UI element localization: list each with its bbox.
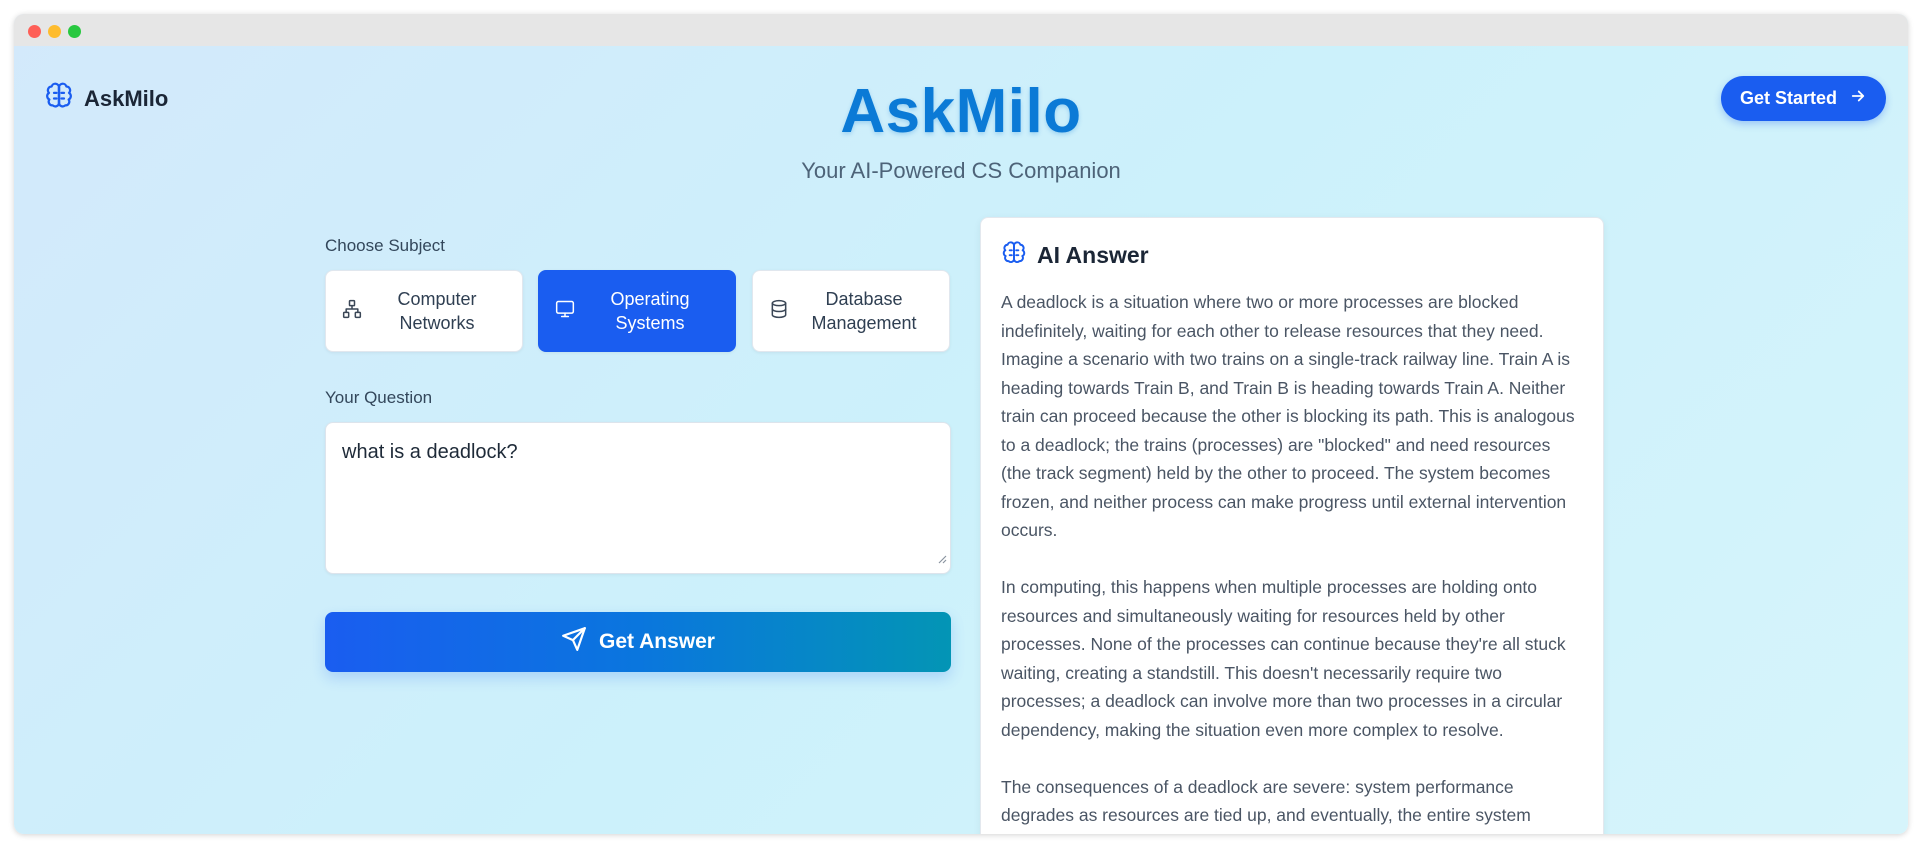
network-icon <box>342 299 362 324</box>
minimize-window-button[interactable] <box>48 25 61 38</box>
browser-window: AskMilo Get Started AskMilo Your AI-Powe… <box>14 14 1908 834</box>
get-answer-button[interactable]: Get Answer <box>325 612 951 672</box>
window-titlebar <box>14 14 1908 46</box>
page-content: AskMilo Get Started AskMilo Your AI-Powe… <box>14 46 1908 834</box>
page-title: AskMilo <box>840 77 1082 146</box>
subject-label: Operating Systems <box>610 289 690 333</box>
database-icon <box>769 299 789 324</box>
answer-paragraph: In computing, this happens when multiple… <box>1001 577 1566 740</box>
page-subtitle: Your AI-Powered CS Companion <box>801 158 1121 183</box>
maximize-window-button[interactable] <box>68 25 81 38</box>
get-answer-label: Get Answer <box>599 630 715 653</box>
close-window-button[interactable] <box>28 25 41 38</box>
question-label: Your Question <box>325 388 433 407</box>
send-icon <box>561 626 587 658</box>
question-input-value: what is a deadlock? <box>342 441 518 463</box>
answer-title: AI Answer <box>1037 242 1149 268</box>
choose-subject-label: Choose Subject <box>325 236 446 255</box>
answer-paragraph: A deadlock is a situation where two or m… <box>1001 292 1575 540</box>
subject-operating-systems[interactable]: Operating Systems <box>538 270 736 352</box>
brain-icon <box>1001 240 1027 271</box>
monitor-icon <box>555 299 575 324</box>
answer-panel[interactable]: AI Answer A deadlock is a situation wher… <box>980 217 1604 834</box>
answer-paragraph: The consequences of a deadlock are sever… <box>1001 776 1531 826</box>
subject-label: Computer Networks <box>397 289 477 333</box>
subject-label: Database Management <box>811 289 917 333</box>
subject-database-management[interactable]: Database Management <box>752 270 950 352</box>
subject-computer-networks[interactable]: Computer Networks <box>325 270 523 352</box>
answer-header: AI Answer <box>1001 240 1149 271</box>
resize-handle-icon[interactable] <box>937 547 947 570</box>
answer-body: A deadlock is a situation where two or m… <box>1001 288 1585 834</box>
question-input[interactable]: what is a deadlock? <box>325 422 951 574</box>
